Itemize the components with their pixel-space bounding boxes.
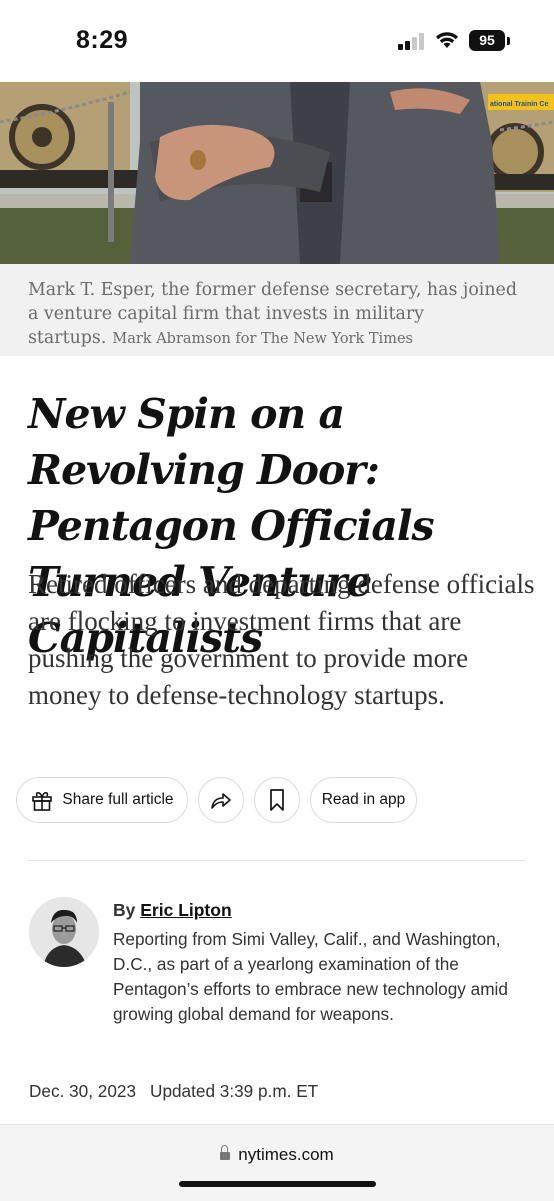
photo-credit: Mark Abramson for The New York Times — [112, 331, 413, 347]
url-text: nytimes.com — [238, 1145, 334, 1164]
share-arrow-icon — [211, 793, 231, 809]
gift-icon — [32, 791, 53, 811]
cellular-signal-icon — [398, 32, 426, 50]
dateline: Dec. 30, 2023 Updated 3:39 p.m. ET — [29, 1081, 318, 1102]
wifi-icon — [436, 32, 458, 48]
save-button[interactable] — [254, 777, 300, 823]
lock-icon — [220, 1145, 231, 1160]
byline-prefix: By — [113, 900, 136, 920]
photo-illustration: ational Trainin Ce — [0, 82, 554, 264]
article-summary: Retired officers and departing defense o… — [28, 569, 535, 710]
vehicle-sign: ational Trainin Ce — [490, 101, 548, 108]
battery-cap — [507, 37, 510, 45]
reporting-note: Reporting from Simi Valley, Calif., and … — [113, 929, 508, 1024]
byline: By Eric Lipton — [113, 900, 232, 921]
caption-text: Mark T. Esper, the former defense secret… — [28, 278, 528, 351]
status-time: 8:29 — [76, 26, 129, 54]
read-in-app-button[interactable]: Read in app — [310, 777, 417, 823]
share-full-article-button[interactable]: Share full article — [16, 777, 188, 823]
published-date: Dec. 30, 2023 — [29, 1081, 137, 1101]
battery-indicator: 95 — [469, 30, 505, 51]
photo-caption: Mark T. Esper, the former defense secret… — [0, 264, 554, 356]
bookmark-icon — [270, 789, 284, 811]
author-portrait — [29, 897, 99, 967]
share-button[interactable] — [198, 777, 244, 823]
url-display[interactable]: nytimes.com — [0, 1145, 554, 1165]
author-link[interactable]: Eric Lipton — [140, 900, 231, 920]
article-photo: ational Trainin Ce — [0, 82, 554, 264]
updated-time: Updated 3:39 p.m. ET — [150, 1081, 319, 1101]
status-bar: 8:29 95 — [0, 0, 554, 82]
author-avatar[interactable] — [29, 897, 99, 967]
share-full-article-label: Share full article — [62, 791, 174, 808]
browser-address-bar[interactable]: nytimes.com — [0, 1124, 554, 1201]
home-indicator[interactable] — [179, 1181, 376, 1187]
read-in-app-label: Read in app — [321, 791, 406, 808]
divider — [28, 860, 526, 861]
